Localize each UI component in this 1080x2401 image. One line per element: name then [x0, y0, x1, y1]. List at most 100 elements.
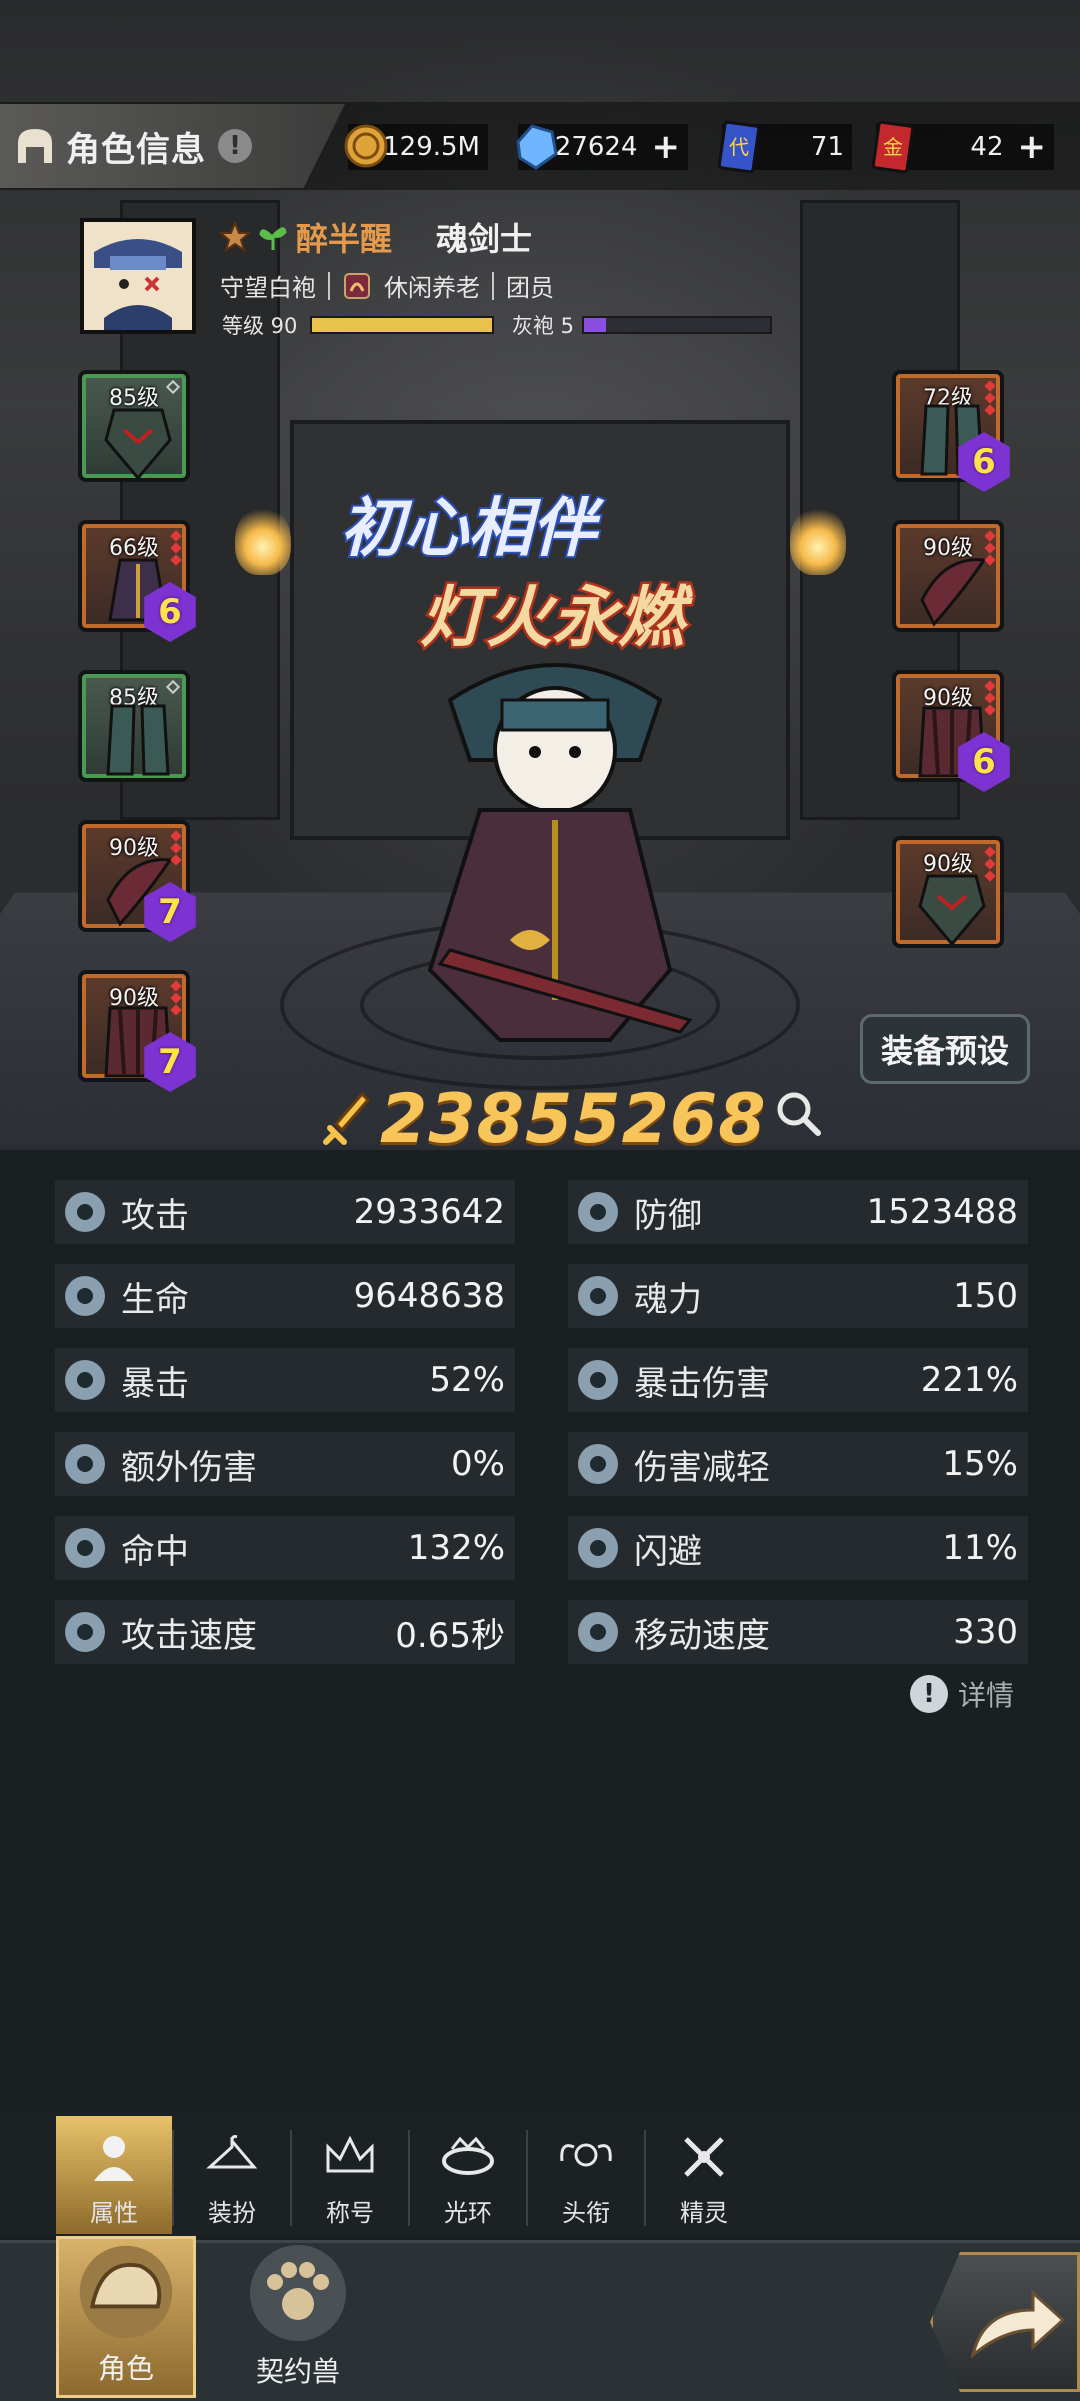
gold-card-icon: 金: [871, 120, 915, 174]
tab-divider: [172, 2130, 174, 2226]
avatar-portrait: [84, 222, 192, 330]
stat-name: 防御: [634, 1195, 702, 1236]
stat-row: 暴击伤害 221%: [568, 1348, 1028, 1412]
target-icon: [65, 1528, 105, 1568]
guild-row: 守望白袍 休闲养老 团员: [220, 268, 554, 303]
curved-arrow-icon: [970, 2289, 1066, 2359]
equipment-slot-left-1[interactable]: 85级: [78, 370, 190, 482]
rank-star-icon: [220, 222, 250, 252]
currency-gold: 129.5M: [344, 124, 488, 170]
tab-label: 头衔: [562, 2199, 610, 2227]
socket-gems-icon: [984, 380, 996, 418]
socket-gems-icon: [984, 680, 996, 718]
equipment-slot-left-3[interactable]: 85级: [78, 670, 190, 782]
tab-person[interactable]: 属性: [56, 2116, 172, 2234]
equipment-slot-right-2[interactable]: 90级: [892, 520, 1004, 632]
sprout-icon: [259, 227, 287, 250]
add-diamond-button[interactable]: +: [652, 127, 681, 167]
power-sword-icon: [323, 1091, 371, 1145]
paw-icon: [250, 2245, 346, 2341]
equipment-slot-left-5[interactable]: 90级 7: [78, 970, 196, 1092]
stat-name: 生命: [121, 1279, 189, 1320]
equipment-item-icon: [106, 704, 170, 776]
torch-right: [790, 505, 846, 575]
stat-value: 2933642: [353, 1192, 505, 1232]
character-icon: [79, 2245, 173, 2339]
equipment-item-icon: [918, 874, 986, 946]
hero-character: [427, 663, 693, 1042]
stat-name: 暴击伤害: [634, 1363, 770, 1404]
stat-value: 150: [953, 1276, 1018, 1316]
stat-row: 额外伤害 0%: [55, 1432, 515, 1496]
banner-line-1: 初心相伴: [340, 492, 605, 566]
exclamation-icon: !: [910, 1675, 948, 1713]
forward-arrow-button[interactable]: [930, 2252, 1080, 2392]
tab-halo[interactable]: 光环: [410, 2116, 526, 2234]
page-title: 角色信息: [66, 129, 206, 170]
rank-bar: [582, 316, 772, 334]
stat-value: 330: [953, 1612, 1018, 1652]
tab-fairy[interactable]: 精灵: [646, 2116, 762, 2234]
stat-name: 额外伤害: [121, 1447, 257, 1488]
tab-skull-wings[interactable]: 头衔: [528, 2116, 644, 2234]
divider: [492, 271, 494, 300]
player-name: 醉半醒: [296, 220, 393, 258]
title-tab: 角色信息 !: [0, 104, 345, 188]
equipment-slot-left-4[interactable]: 90级 7: [78, 820, 196, 942]
nav-character[interactable]: 角色: [56, 2236, 196, 2398]
stat-row: 生命 9648638: [55, 1264, 515, 1328]
add-gold-card-button[interactable]: +: [1018, 127, 1047, 167]
equipment-slot-right-1[interactable]: 72级 6: [892, 370, 1010, 492]
gold-amount: 129.5M: [383, 132, 480, 162]
helmet-icon: [18, 129, 52, 163]
equipment-slot-left-2[interactable]: 66级 6: [78, 520, 196, 642]
socket-gems-icon: [170, 530, 182, 568]
diamond-icon: [516, 124, 558, 170]
tab-label: 称号: [326, 2199, 374, 2227]
stat-name: 命中: [121, 1531, 189, 1572]
skull-wings-icon: [560, 2143, 612, 2167]
stat-row: 闪避 11%: [568, 1516, 1028, 1580]
socket-gems-icon: [170, 830, 182, 868]
tab-divider: [408, 2130, 410, 2226]
socket-gems-icon: [984, 530, 996, 568]
avatar[interactable]: [80, 218, 196, 334]
gold-card-amount: 42: [970, 132, 1004, 162]
blue-card-icon: 代: [717, 120, 761, 174]
stat-row: 攻击速度 0.65秒: [55, 1600, 515, 1664]
name-row: 醉半醒 魂剑士: [220, 214, 532, 260]
fairy-icon: [684, 2137, 724, 2177]
search-icon[interactable]: [770, 1085, 826, 1141]
rank-bar-fill: [584, 318, 607, 332]
player-class: 魂剑士: [436, 220, 533, 258]
tab-divider: [644, 2130, 646, 2226]
tab-label: 精灵: [680, 2199, 728, 2227]
stat-value: 1523488: [866, 1192, 1018, 1232]
hanger-icon: [206, 2135, 258, 2169]
stat-row: 防御 1523488: [568, 1180, 1028, 1244]
stat-value: 221%: [920, 1360, 1018, 1400]
equipment-slot-right-4[interactable]: 90级: [892, 836, 1004, 948]
info-icon[interactable]: !: [218, 129, 252, 163]
blue-card-amount: 71: [810, 132, 844, 162]
equipment-slot-right-3[interactable]: 90级 6: [892, 670, 1010, 792]
crit-icon: [65, 1360, 105, 1400]
nav-paw[interactable]: 契约兽: [228, 2236, 368, 2398]
stat-row: 命中 132%: [55, 1516, 515, 1580]
tab-hanger[interactable]: 装扮: [174, 2116, 290, 2234]
stat-name: 攻击: [121, 1195, 189, 1236]
stat-row: 暴击 52%: [55, 1348, 515, 1412]
level-bar-fill: [312, 318, 492, 332]
detail-link[interactable]: ! 详情: [910, 1674, 1014, 1714]
socket-gems-icon: [984, 846, 996, 884]
svg-text:金: 金: [883, 135, 903, 159]
halo-icon: [442, 2136, 494, 2175]
stat-name: 魂力: [634, 1279, 702, 1320]
guild-name[interactable]: 休闲养老: [384, 268, 480, 303]
level-label: 等级 90: [222, 314, 298, 338]
equipment-preset-button[interactable]: 装备预设: [860, 1014, 1030, 1084]
crown-icon: [326, 2135, 374, 2173]
stat-row: 魂力 150: [568, 1264, 1028, 1328]
rank-label: 灰袍 5: [512, 314, 575, 338]
tab-crown[interactable]: 称号: [292, 2116, 408, 2234]
